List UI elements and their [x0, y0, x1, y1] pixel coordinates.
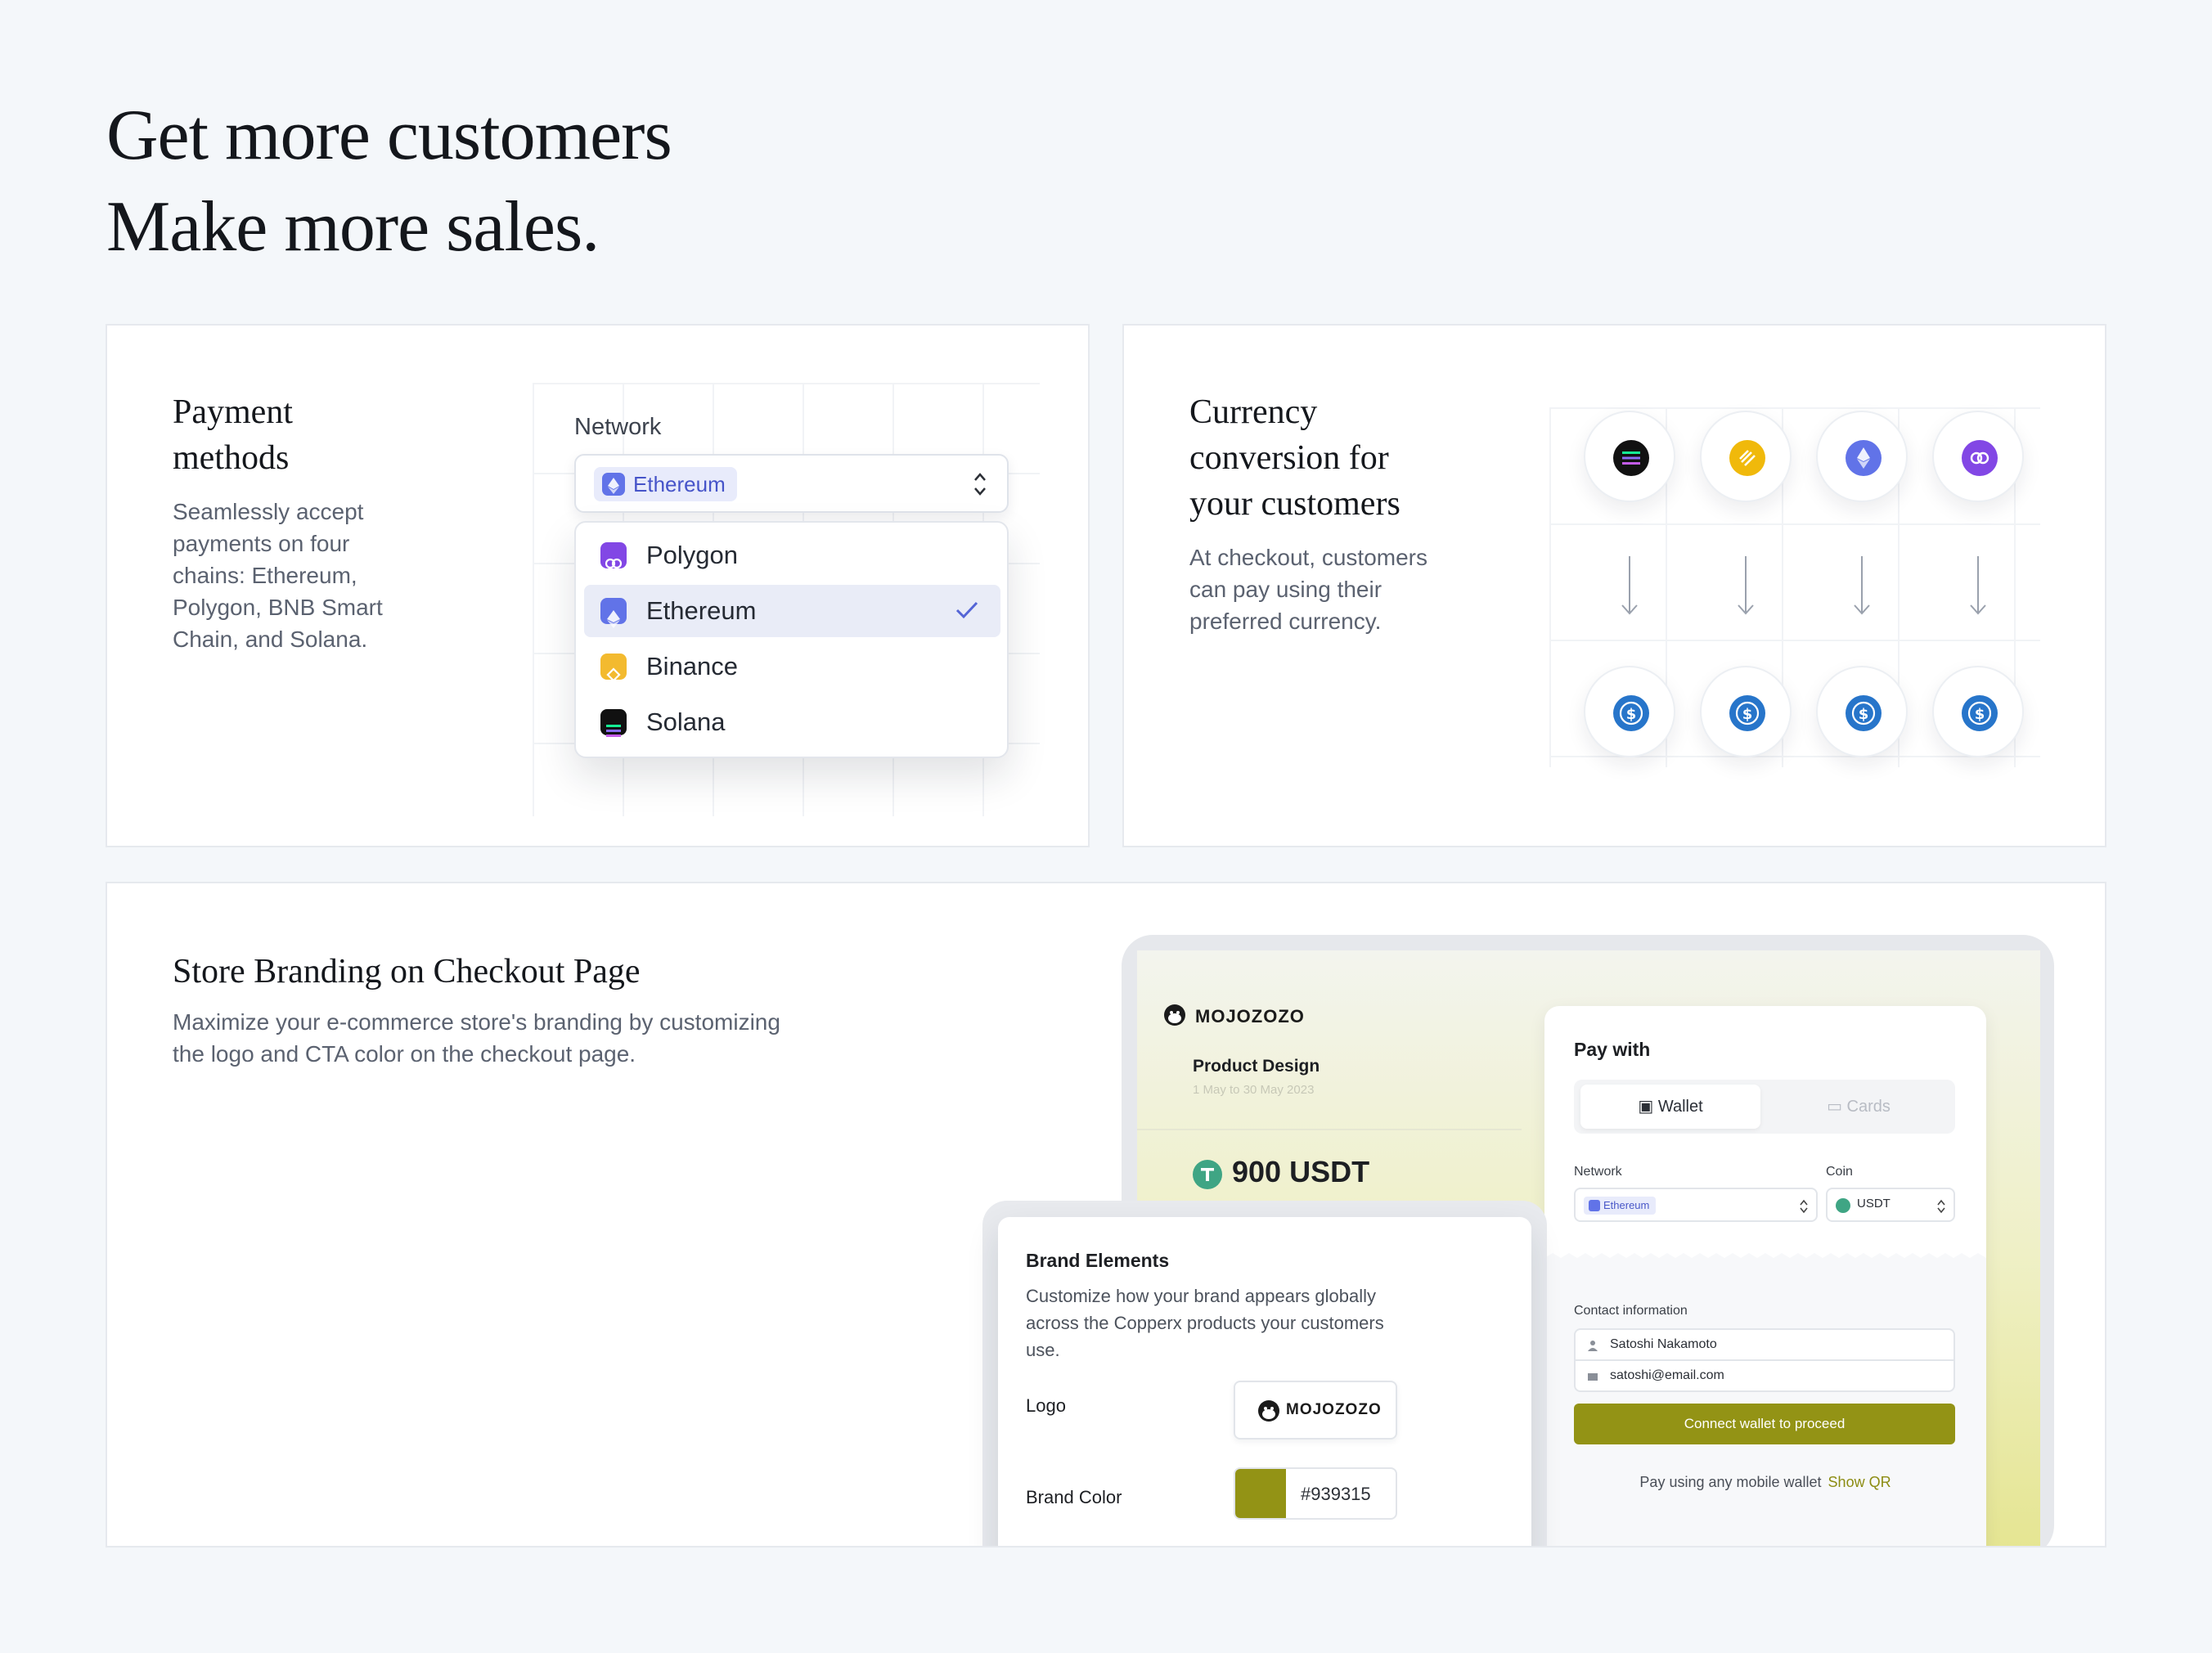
- chevron-updown-icon: [1937, 1199, 1945, 1214]
- selected-network-chip: Ethereum: [594, 467, 737, 501]
- branding-card-description: Maximize your e-commerce store's brandin…: [173, 1009, 780, 1067]
- tether-icon: [1836, 1198, 1850, 1213]
- chevron-updown-icon: [974, 473, 986, 496]
- connect-wallet-button[interactable]: Connect wallet to proceed: [1574, 1404, 1955, 1444]
- option-ethereum[interactable]: Ethereum: [584, 585, 1000, 637]
- brand-elements-panel: Brand Elements Customize how your brand …: [998, 1217, 1531, 1546]
- solana-icon: [600, 709, 627, 737]
- show-qr-link[interactable]: Show QR: [1828, 1474, 1891, 1490]
- branding-card-title: Store Branding on Checkout Page: [173, 953, 641, 990]
- tether-icon: [1193, 1160, 1222, 1189]
- usdc-icon: $: [1846, 695, 1882, 731]
- wallet-icon: ▣: [1638, 1098, 1654, 1116]
- tab-wallet[interactable]: ▣ Wallet: [1580, 1085, 1760, 1129]
- ethereum-icon: [1846, 440, 1882, 476]
- zigzag-divider: [1544, 1253, 1986, 1266]
- name-field[interactable]: Satoshi Nakamoto: [1574, 1328, 1955, 1361]
- tab-cards[interactable]: ▭ Cards: [1769, 1085, 1949, 1129]
- svg-text:$: $: [1975, 706, 1985, 723]
- usdc-icon: $: [1729, 695, 1765, 731]
- option-polygon[interactable]: Polygon: [584, 529, 1000, 582]
- email-field[interactable]: satoshi@email.com: [1574, 1359, 1955, 1392]
- mobile-wallet-line: Pay using any mobile wallet Show QR: [1639, 1474, 1891, 1490]
- page-headline: Get more customers Make more sales.: [106, 90, 672, 273]
- svg-text:$: $: [1626, 706, 1637, 723]
- coin-field-label: Coin: [1826, 1165, 1853, 1179]
- headline-line-1: Get more customers: [106, 96, 672, 175]
- coin-mini-select[interactable]: USDT: [1826, 1188, 1955, 1222]
- brand-color-input[interactable]: #939315: [1234, 1467, 1397, 1520]
- svg-text:$: $: [1742, 706, 1753, 723]
- user-icon: [1588, 1341, 1598, 1351]
- solana-icon: [1613, 440, 1649, 476]
- option-binance[interactable]: Binance: [584, 640, 1000, 693]
- ethereum-icon: [602, 473, 625, 496]
- currency-conversion-card: Currency conversion for your customers A…: [1122, 324, 2106, 847]
- arrow-down-icon: [1738, 556, 1754, 615]
- color-hex-value: #939315: [1301, 1484, 1371, 1504]
- brand-elements-title: Brand Elements: [1026, 1250, 1170, 1271]
- merchant-logo: MOJOZOZO: [1164, 1004, 1305, 1027]
- svg-text:$: $: [1859, 706, 1869, 723]
- brand-elements-description: Customize how your brand appears globall…: [1026, 1286, 1384, 1360]
- logo-label: Logo: [1026, 1395, 1066, 1416]
- product-name: Product Design: [1193, 1057, 1320, 1076]
- usdc-coin: $: [1700, 666, 1792, 757]
- network-field-label: Network: [1574, 1165, 1622, 1179]
- gorilla-logo-icon: [1258, 1400, 1279, 1422]
- check-icon: [955, 601, 978, 619]
- usdc-icon: $: [1613, 695, 1649, 731]
- polygon-icon: [600, 542, 627, 569]
- product-dates: 1 May to 30 May 2023: [1193, 1083, 1315, 1097]
- usdc-coin: $: [1932, 666, 2024, 757]
- ethereum-icon: [600, 598, 627, 628]
- polygon-icon: [1962, 440, 1998, 476]
- headline-line-2: Make more sales.: [106, 187, 600, 267]
- payment-card-title: Payment methods: [173, 393, 293, 477]
- network-select[interactable]: Ethereum: [574, 454, 1009, 513]
- pay-with-panel: Pay with ▣ Wallet ▭ Cards Network Ethere…: [1544, 1006, 1986, 1546]
- logo-upload-box[interactable]: MOJOZOZO: [1234, 1381, 1397, 1440]
- arrow-down-icon: [1854, 556, 1870, 615]
- usdc-coin: $: [1584, 666, 1675, 757]
- product-price: 900 USDT: [1193, 1155, 1369, 1189]
- arrow-down-icon: [1970, 556, 1986, 615]
- network-label: Network: [574, 414, 662, 440]
- binance-icon: [600, 654, 627, 682]
- mail-icon: [1588, 1373, 1598, 1381]
- ethereum-coin: [1816, 411, 1908, 502]
- option-solana[interactable]: Solana: [584, 696, 1000, 748]
- payment-methods-card: Payment methods Seamlessly accept paymen…: [106, 324, 1090, 847]
- arrow-down-icon: [1621, 556, 1638, 615]
- binance-coin: [1700, 411, 1792, 502]
- network-mini-select[interactable]: Ethereum: [1574, 1188, 1818, 1222]
- pay-with-title: Pay with: [1574, 1039, 1651, 1060]
- network-options-menu: Polygon Ethereum Binance Solana: [574, 521, 1009, 758]
- store-branding-card: Store Branding on Checkout Page Maximize…: [106, 882, 2106, 1547]
- ethereum-icon: [1589, 1200, 1600, 1211]
- usdc-icon: $: [1962, 695, 1998, 731]
- contact-label: Contact information: [1574, 1304, 1688, 1318]
- gorilla-logo-icon: [1164, 1004, 1185, 1026]
- currency-card-description: At checkout, customers can pay using the…: [1189, 545, 1428, 634]
- payment-tabs: ▣ Wallet ▭ Cards: [1574, 1080, 1955, 1134]
- brand-color-label: Brand Color: [1026, 1487, 1122, 1507]
- chevron-updown-icon: [1800, 1199, 1808, 1214]
- color-swatch[interactable]: [1235, 1469, 1286, 1518]
- payment-card-description: Seamlessly accept payments on four chain…: [173, 499, 383, 652]
- card-icon: ▭: [1827, 1098, 1842, 1116]
- divider: [1137, 1129, 1522, 1130]
- currency-card-title: Currency conversion for your customers: [1189, 393, 1400, 523]
- solana-coin: [1584, 411, 1675, 502]
- polygon-coin: [1932, 411, 2024, 502]
- binance-icon: [1729, 440, 1765, 476]
- usdc-coin: $: [1816, 666, 1908, 757]
